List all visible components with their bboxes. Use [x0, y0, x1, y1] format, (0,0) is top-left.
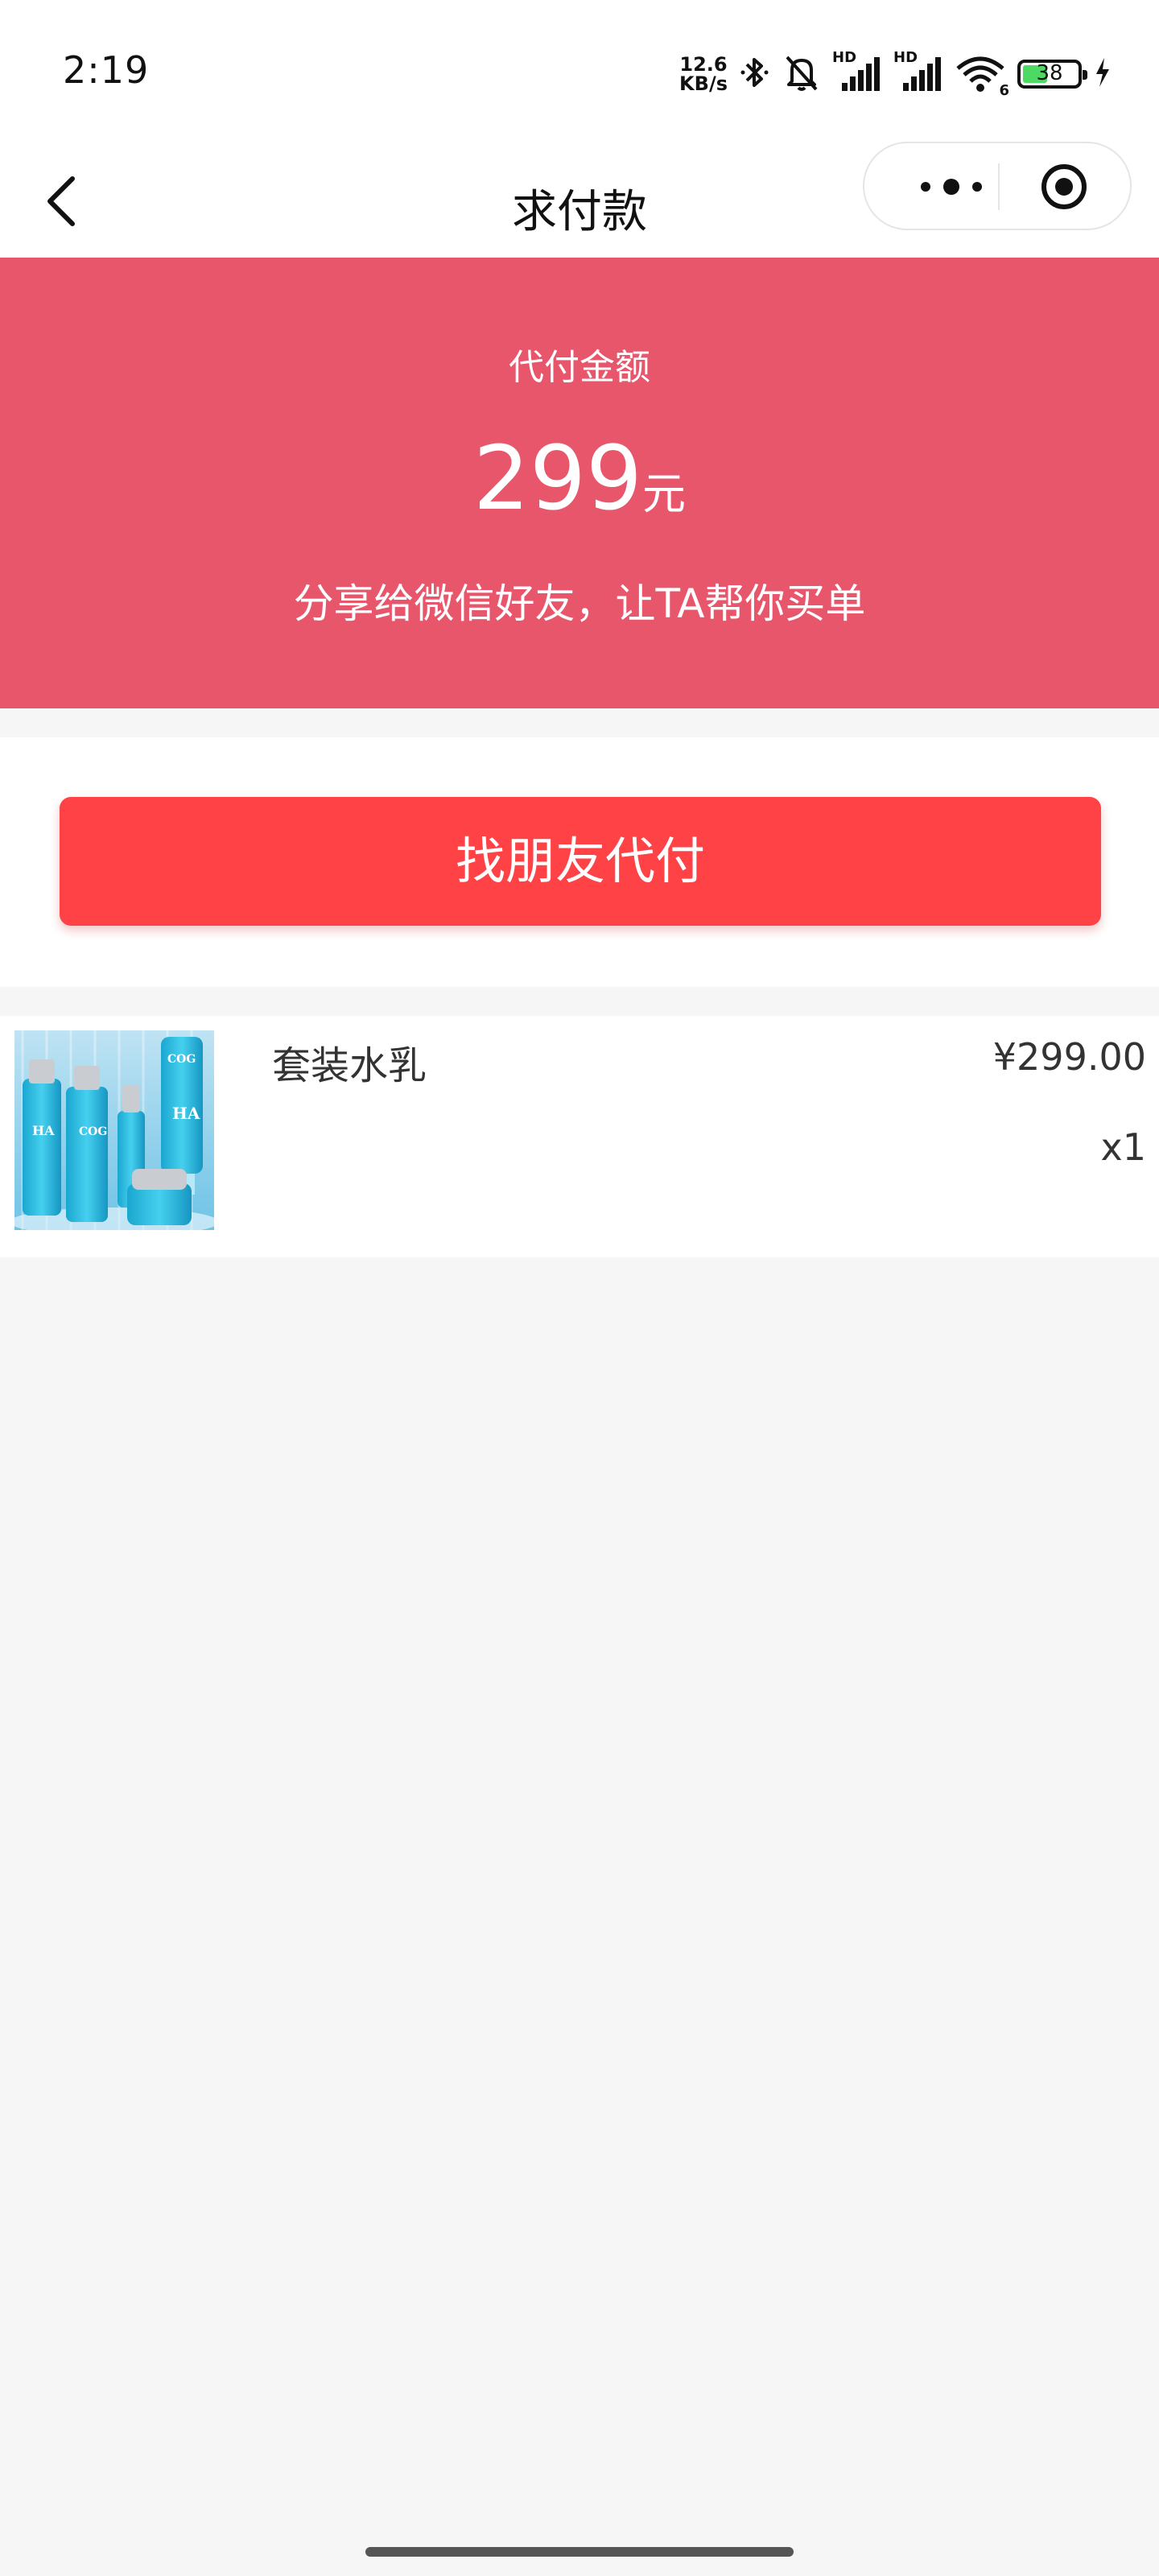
amount-label: 代付金额 [509, 347, 650, 388]
status-icons: 12.6 KB/s HD HD 6 38 [679, 49, 1112, 99]
capsule-divider [998, 163, 1000, 210]
signal-icon-2: HD [893, 49, 943, 94]
svg-text:HA: HA [32, 1123, 55, 1138]
amount-description: 分享给微信好友，让TA帮你买单 [293, 580, 866, 627]
button-section: 找朋友代付 [0, 737, 1159, 987]
svg-text:COG: COG [79, 1125, 107, 1138]
network-speed: 12.6 KB/s [679, 55, 728, 93]
wifi-icon: 6 [955, 54, 1009, 99]
mute-bell-icon [782, 52, 821, 96]
target-circle-icon[interactable] [1040, 163, 1088, 211]
product-price: ¥299.00 [992, 1035, 1146, 1079]
amount-unit: 元 [641, 469, 686, 519]
product-name: 套装水乳 [272, 1043, 427, 1088]
svg-text:COG: COG [167, 1053, 196, 1066]
status-time: 2:19 [63, 48, 150, 92]
battery-icon: 38 [1017, 60, 1087, 89]
miniprogram-capsule [863, 142, 1132, 230]
wifi-label: 6 [999, 82, 1009, 99]
svg-text:HA: HA [172, 1104, 200, 1123]
payment-amount-panel: 代付金额 299元 分享给微信好友，让TA帮你买单 [0, 258, 1159, 708]
more-dots-icon[interactable] [903, 163, 1000, 211]
network-speed-unit: KB/s [679, 72, 728, 95]
amount-number: 299 [473, 427, 642, 530]
status-bar: 2:19 12.6 KB/s HD HD 6 38 [0, 0, 1159, 145]
signal-icon: HD [832, 49, 882, 94]
product-quantity: x1 [1100, 1125, 1147, 1169]
product-image: HA COG COG HA [14, 1030, 214, 1230]
find-friend-pay-button[interactable]: 找朋友代付 [60, 797, 1101, 926]
battery-level: 38 [1036, 61, 1063, 85]
home-indicator[interactable] [365, 2547, 794, 2557]
amount-value: 299元 [0, 427, 1159, 530]
network-speed-value: 12.6 [679, 53, 728, 76]
charging-icon [1093, 56, 1112, 92]
bluetooth-icon [739, 53, 771, 95]
product-item: HA COG COG HA 套装水乳 ¥299.00 x1 [0, 1016, 1159, 1257]
